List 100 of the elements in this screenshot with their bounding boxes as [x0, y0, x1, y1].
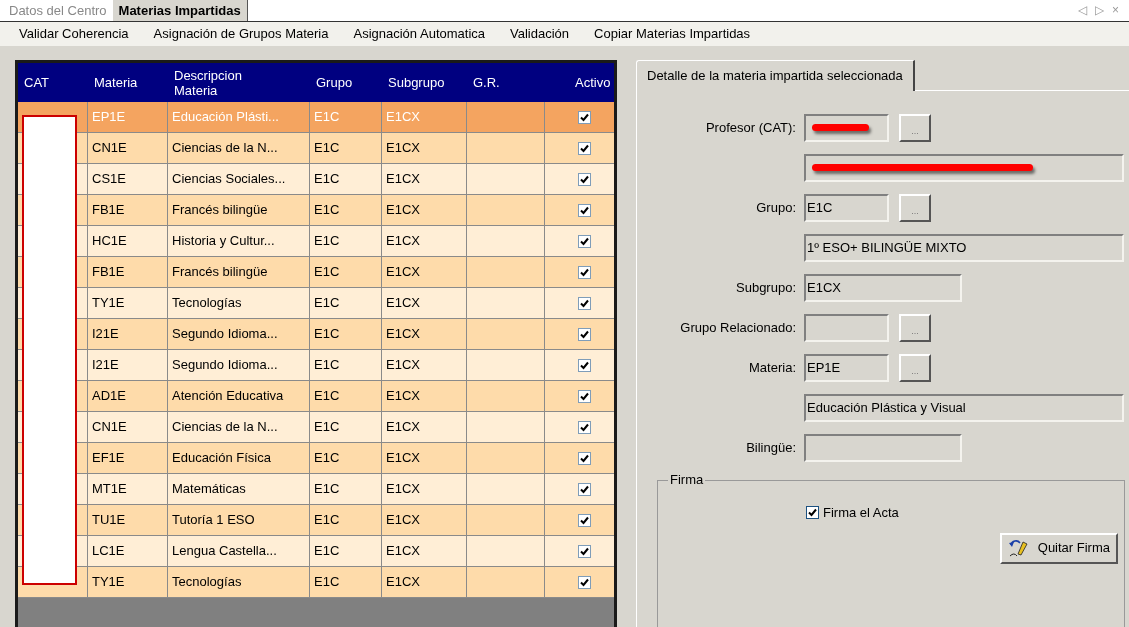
- table-cell-text: FB1E: [92, 201, 125, 220]
- table-cell-text: Educación Plásti...: [172, 108, 279, 127]
- table-cell-text: EF1E: [92, 449, 125, 468]
- table-cell-text: E1C: [314, 511, 340, 530]
- column-header[interactable]: Activo: [575, 72, 611, 93]
- toolbar-button[interactable]: Asignación de Grupos Materia: [153, 24, 329, 44]
- toolbar-button[interactable]: Asignación Automatica: [353, 24, 485, 44]
- checkbox[interactable]: [578, 296, 591, 310]
- column-header[interactable]: Materia: [94, 72, 138, 93]
- text-field[interactable]: [804, 314, 889, 342]
- table-cell-text: Francés bilingüe: [172, 201, 268, 220]
- table-cell-text: AD1E: [92, 387, 126, 406]
- checkbox[interactable]: [578, 110, 591, 124]
- table-row[interactable]: TU1E Tutoría 1 ESO E1C E1CX: [18, 505, 614, 536]
- table-row[interactable]: TY1E Tecnologías E1C E1CX: [18, 567, 614, 598]
- text-field[interactable]: [804, 434, 962, 462]
- table-cell-text: E1C: [314, 170, 340, 189]
- table-cell-text: E1C: [314, 232, 340, 251]
- table-cell-text: E1CX: [386, 294, 420, 313]
- table-cell-text: Tecnologías: [172, 573, 242, 592]
- table-row[interactable]: CS1E Ciencias Sociales... E1C E1CX: [18, 164, 614, 195]
- table-cell-text: Educación Física: [172, 449, 271, 468]
- table-row[interactable]: EF1E Educación Física E1C E1CX: [18, 443, 614, 474]
- checkbox[interactable]: [806, 506, 819, 520]
- table-row[interactable]: I21E Segundo Idioma... E1C E1CX: [18, 350, 614, 381]
- column-header[interactable]: Descripcion Materia: [174, 67, 264, 98]
- text-field[interactable]: EP1E: [804, 354, 889, 382]
- table-cell-text: E1C: [314, 480, 340, 499]
- table-row[interactable]: TY1E Tecnologías E1C E1CX: [18, 288, 614, 319]
- table-cell-text: CN1E: [92, 418, 127, 437]
- table-cell-text: MT1E: [92, 480, 127, 499]
- table-cell-text: Ciencias de la N...: [172, 139, 278, 158]
- field-label: Grupo:: [756, 200, 796, 216]
- checkbox[interactable]: [578, 544, 591, 558]
- table-cell-text: CN1E: [92, 139, 127, 158]
- table-cell-text: LC1E: [92, 542, 125, 561]
- table-cell-text: E1CX: [386, 170, 420, 189]
- table-cell-text: E1CX: [386, 449, 420, 468]
- table-cell-text: Historia y Cultur...: [172, 232, 275, 251]
- table-row[interactable]: CN1E Ciencias de la N... E1C E1CX: [18, 133, 614, 164]
- text-field[interactable]: [804, 114, 889, 142]
- checkbox[interactable]: [578, 234, 591, 248]
- toolbar-button[interactable]: Validación: [510, 24, 570, 44]
- checkbox[interactable]: [578, 575, 591, 589]
- text-field[interactable]: E1CX: [804, 274, 962, 302]
- checkbox[interactable]: [578, 141, 591, 155]
- column-header[interactable]: G.R.: [473, 72, 500, 93]
- table-cell-text: E1C: [314, 325, 340, 344]
- tab[interactable]: Detalle de la materia impartida seleccionada: [636, 60, 915, 91]
- table-row[interactable]: I21E Segundo Idioma... E1C E1CX: [18, 319, 614, 350]
- checkbox[interactable]: [578, 451, 591, 465]
- table-cell-text: Segundo Idioma...: [172, 356, 278, 375]
- table-row[interactable]: MT1E Matemáticas E1C E1CX: [18, 474, 614, 505]
- column-header[interactable]: Grupo: [316, 72, 353, 93]
- table-cell-text: E1CX: [386, 139, 420, 158]
- table-cell-text: E1C: [314, 294, 340, 313]
- checkbox[interactable]: [578, 482, 591, 496]
- checkbox[interactable]: [578, 420, 591, 434]
- checkbox[interactable]: [578, 513, 591, 527]
- table-cell-text: Matemáticas: [172, 480, 246, 499]
- checkbox[interactable]: [578, 203, 591, 217]
- table-cell-text: Tecnologías: [172, 294, 242, 313]
- tab[interactable]: Datos del Centro: [3, 0, 113, 21]
- table-cell-text: E1C: [314, 449, 340, 468]
- checkbox[interactable]: [578, 358, 591, 372]
- table-cell-text: E1CX: [386, 542, 420, 561]
- checkbox[interactable]: [578, 327, 591, 341]
- column-header[interactable]: CAT: [24, 72, 50, 93]
- table-cell-text: TY1E: [92, 573, 125, 592]
- text-field[interactable]: 1º ESO+ BILINGÜE MIXTO: [804, 234, 1124, 262]
- table-row[interactable]: CN1E Ciencias de la N... E1C E1CX: [18, 412, 614, 443]
- table-cell-text: Ciencias Sociales...: [172, 170, 286, 189]
- text-field[interactable]: Educación Plástica y Visual: [804, 394, 1124, 422]
- text-field[interactable]: [804, 154, 1124, 182]
- table-cell-text: E1CX: [386, 356, 420, 375]
- table-cell-text: Tutoría 1 ESO: [172, 511, 255, 530]
- table-cell-text: Francés bilingüe: [172, 263, 268, 282]
- table-row[interactable]: AD1E Atención Educativa E1C E1CX: [18, 381, 614, 412]
- table-cell-text: Atención Educativa: [172, 387, 284, 406]
- toolbar-button[interactable]: Copiar Materias Impartidas: [594, 24, 751, 44]
- column-header[interactable]: Subgrupo: [388, 72, 445, 93]
- table-cell-text: E1CX: [386, 108, 420, 127]
- text-field[interactable]: E1C: [804, 194, 889, 222]
- table-cell-text: E1CX: [386, 263, 420, 282]
- table-row[interactable]: FB1E Francés bilingüe E1C E1CX: [18, 257, 614, 288]
- tab[interactable]: Materias Impartidas: [112, 0, 248, 21]
- checkbox[interactable]: [578, 389, 591, 403]
- table-cell-text: E1C: [314, 418, 340, 437]
- field-label: Subgrupo:: [736, 280, 796, 296]
- table-cell-text: E1C: [314, 542, 340, 561]
- table-cell-text: Segundo Idioma...: [172, 325, 278, 344]
- table-cell-text: E1CX: [386, 325, 420, 344]
- toolbar-button[interactable]: Validar Coherencia: [19, 24, 129, 44]
- checkbox[interactable]: [578, 172, 591, 186]
- remove-signature-button[interactable]: Quitar Firma: [999, 532, 1118, 564]
- table-row[interactable]: LC1E Lengua Castella... E1C E1CX: [18, 536, 614, 567]
- checkbox[interactable]: [578, 265, 591, 279]
- table-row[interactable]: FB1E Francés bilingüe E1C E1CX: [18, 195, 614, 226]
- table-row[interactable]: HC1E Historia y Cultur... E1C E1CX: [18, 226, 614, 257]
- table-cell-text: E1CX: [386, 480, 420, 499]
